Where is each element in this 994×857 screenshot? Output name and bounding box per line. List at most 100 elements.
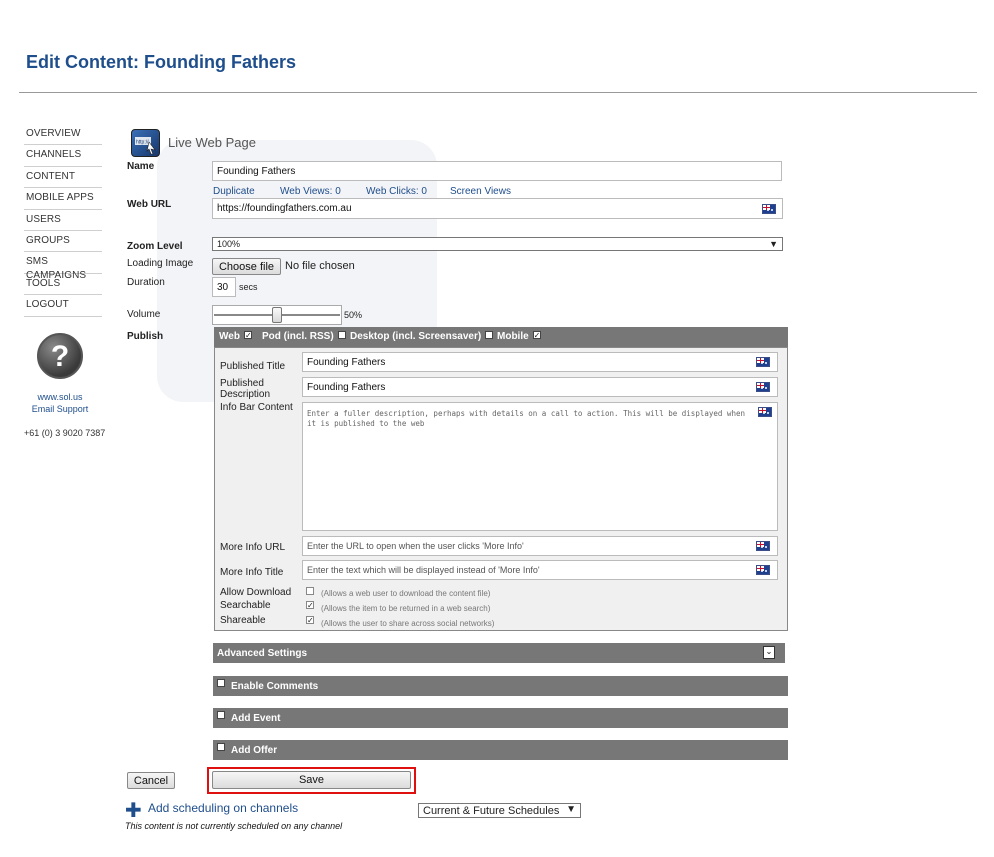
- searchable-hint: (Allows the item to be returned in a web…: [321, 604, 491, 613]
- zoom-level-label: Zoom Level: [127, 241, 183, 252]
- add-icon[interactable]: ✚: [125, 801, 142, 821]
- published-title-label: Published Title: [220, 361, 286, 372]
- enable-comments-checkbox[interactable]: [217, 679, 225, 687]
- svg-text:http://: http://: [136, 140, 149, 146]
- publish-mobile-label: Mobile: [497, 331, 529, 342]
- volume-value: 50%: [344, 310, 363, 320]
- web-url-label: Web URL: [127, 199, 172, 210]
- searchable-checkbox[interactable]: ✓: [306, 601, 314, 610]
- info-bar-content-textarea[interactable]: Enter a fuller description, perhaps with…: [302, 402, 778, 531]
- email-support-link[interactable]: Email Support: [24, 404, 96, 414]
- more-info-title-label: More Info Title: [220, 567, 284, 578]
- enable-comments-bar[interactable]: Enable Comments: [213, 676, 788, 696]
- schedule-filter-select[interactable]: Current & Future Schedules ▼: [418, 803, 581, 818]
- sidebar-item-mobile-apps[interactable]: MOBILE APPS: [24, 188, 102, 210]
- live-web-page-icon: http://: [131, 129, 160, 157]
- add-event-label: Add Event: [231, 712, 281, 724]
- publish-web-label: Web: [219, 331, 240, 342]
- volume-slider-thumb[interactable]: [272, 307, 282, 323]
- schedule-note: This content is not currently scheduled …: [125, 821, 343, 831]
- web-url-value: https://foundingfathers.com.au: [217, 203, 352, 214]
- published-title-input[interactable]: Founding Fathers: [302, 352, 778, 372]
- no-file-chosen-text: No file chosen: [285, 260, 355, 272]
- australia-flag-icon[interactable]: [758, 407, 772, 417]
- chevron-down-icon: ▼: [769, 239, 778, 249]
- published-description-label: Published Description: [220, 378, 271, 400]
- web-url-input[interactable]: https://foundingfathers.com.au: [212, 198, 783, 219]
- shareable-label: Shareable: [220, 615, 266, 626]
- save-button[interactable]: Save: [212, 771, 411, 789]
- duration-value: 30: [217, 281, 229, 293]
- page-title: Edit Content: Founding Fathers: [26, 52, 296, 72]
- more-info-url-placeholder: Enter the URL to open when the user clic…: [307, 541, 524, 551]
- shareable-checkbox[interactable]: ✓: [306, 616, 314, 625]
- allow-download-checkbox[interactable]: [306, 587, 314, 595]
- australia-flag-icon[interactable]: [756, 565, 770, 575]
- duration-input[interactable]: 30: [212, 277, 236, 297]
- choose-file-button[interactable]: Choose file: [212, 258, 281, 275]
- sidebar-item-overview[interactable]: OVERVIEW: [24, 124, 102, 146]
- allow-download-label: Allow Download: [220, 587, 292, 598]
- add-event-bar[interactable]: Add Event: [213, 708, 788, 728]
- info-bar-placeholder: Enter a fuller description, perhaps with…: [307, 409, 745, 428]
- info-bar-content-label: Info Bar Content: [220, 402, 293, 413]
- sidebar-item-logout[interactable]: LOGOUT: [24, 295, 102, 317]
- sidebar-nav: OVERVIEW CHANNELS CONTENT MOBILE APPS US…: [24, 124, 102, 317]
- shareable-hint: (Allows the user to share across social …: [321, 619, 495, 628]
- published-description-input[interactable]: Founding Fathers: [302, 377, 778, 397]
- publish-pod-label: Pod (incl. RSS): [262, 331, 334, 342]
- more-info-title-input[interactable]: Enter the text which will be displayed i…: [302, 560, 778, 580]
- publish-mobile-checkbox[interactable]: ✓: [532, 331, 541, 340]
- add-offer-label: Add Offer: [231, 744, 278, 756]
- volume-label: Volume: [127, 309, 161, 320]
- allow-download-hint: (Allows a web user to download the conte…: [321, 589, 491, 598]
- expand-icon[interactable]: ⌄: [763, 646, 775, 659]
- advanced-settings-bar[interactable]: Advanced Settings ⌄: [213, 643, 785, 663]
- zoom-level-select[interactable]: 100% ▼: [212, 237, 783, 251]
- published-description-value: Founding Fathers: [307, 381, 386, 393]
- enable-comments-label: Enable Comments: [231, 680, 319, 692]
- searchable-label: Searchable: [220, 600, 271, 611]
- publish-web-checkbox[interactable]: ✓: [243, 331, 252, 340]
- publish-desktop-checkbox[interactable]: [485, 331, 494, 339]
- sidebar-item-groups[interactable]: GROUPS: [24, 231, 102, 253]
- sidebar-item-sms-campaigns[interactable]: SMS CAMPAIGNS: [24, 252, 102, 281]
- duration-label: Duration: [127, 277, 165, 288]
- more-info-url-label: More Info URL: [220, 542, 286, 553]
- name-input[interactable]: Founding Fathers: [212, 161, 782, 181]
- australia-flag-icon[interactable]: [756, 382, 770, 392]
- loading-image-label: Loading Image: [127, 258, 194, 269]
- schedule-filter-value: Current & Future Schedules: [423, 804, 560, 817]
- publish-options-bar: Web ✓ Pod (incl. RSS) Desktop (incl. Scre…: [214, 327, 788, 347]
- zoom-level-value: 100%: [217, 239, 241, 249]
- title-divider: [19, 92, 977, 93]
- name-value: Founding Fathers: [217, 165, 296, 177]
- advanced-settings-label: Advanced Settings: [217, 647, 308, 659]
- more-info-title-placeholder: Enter the text which will be displayed i…: [307, 565, 540, 575]
- more-info-url-input[interactable]: Enter the URL to open when the user clic…: [302, 536, 778, 556]
- website-link[interactable]: www.sol.us: [24, 392, 96, 402]
- duplicate-link[interactable]: Duplicate: [213, 186, 255, 197]
- help-icon[interactable]: ?: [37, 333, 83, 379]
- duration-unit: secs: [239, 282, 258, 292]
- published-title-value: Founding Fathers: [307, 356, 386, 368]
- sidebar-item-channels[interactable]: CHANNELS: [24, 145, 102, 167]
- add-scheduling-link[interactable]: Add scheduling on channels: [148, 801, 298, 815]
- chevron-down-icon: ▼: [566, 804, 576, 815]
- sidebar-item-content[interactable]: CONTENT: [24, 167, 102, 189]
- add-offer-bar[interactable]: Add Offer: [213, 740, 788, 760]
- add-offer-checkbox[interactable]: [217, 743, 225, 751]
- web-views-link[interactable]: Web Views: 0: [280, 186, 341, 197]
- sidebar-item-users[interactable]: USERS: [24, 210, 102, 231]
- add-event-checkbox[interactable]: [217, 711, 225, 719]
- cancel-button[interactable]: Cancel: [127, 772, 175, 789]
- publish-desktop-label: Desktop (incl. Screensaver): [350, 331, 482, 342]
- web-clicks-link[interactable]: Web Clicks: 0: [366, 186, 427, 197]
- screen-views-link[interactable]: Screen Views: [450, 186, 511, 197]
- australia-flag-icon[interactable]: [762, 204, 776, 214]
- content-type-label: Live Web Page: [168, 135, 256, 150]
- support-phone: +61 (0) 3 9020 7387: [24, 428, 106, 438]
- australia-flag-icon[interactable]: [756, 541, 770, 551]
- australia-flag-icon[interactable]: [756, 357, 770, 367]
- publish-pod-checkbox[interactable]: [337, 331, 346, 339]
